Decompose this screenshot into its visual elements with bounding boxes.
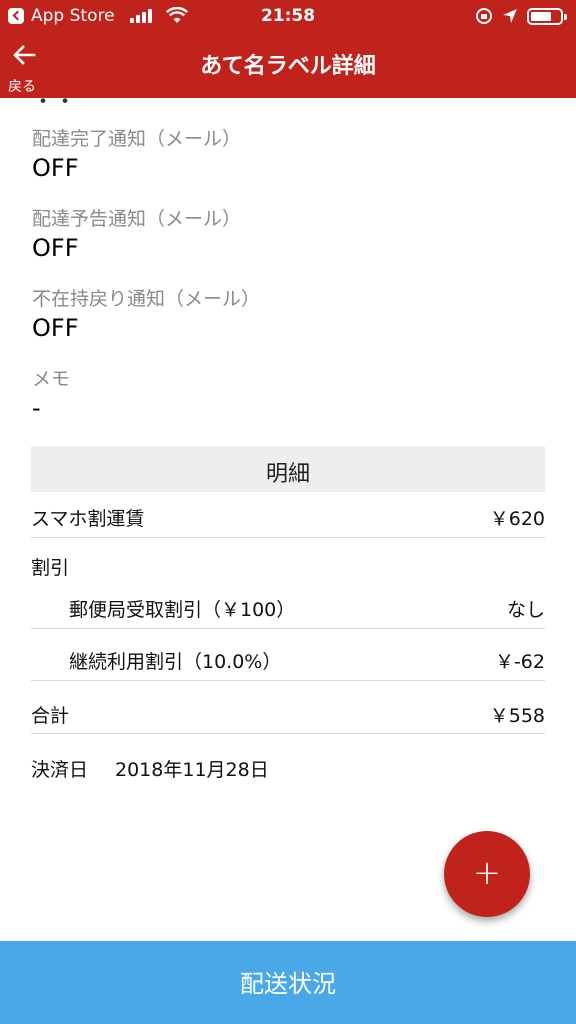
divider [31,733,545,734]
detail-scroll-area[interactable]: ・・ 配達完了通知（メール） OFF 配達予告通知（メール） OFF 不在持戻り… [0,98,576,941]
divider [31,680,545,681]
field-value: OFF [32,154,79,182]
discount-item-value: ￥-62 [494,651,545,673]
delivery-forecast-notice-field: 配達予告通知（メール） OFF [32,204,241,262]
divider [31,537,545,538]
field-value: OFF [32,234,79,262]
detail-section-header: 明細 [31,446,545,492]
field-value: - [32,394,41,422]
settlement-label: 決済日 [31,759,89,781]
navigation-bar: 戻る あて名ラベル詳細 [0,34,576,98]
fare-label: スマホ割運賃 [31,508,145,530]
absence-return-notice-field: 不在持戻り通知（メール） OFF [32,284,260,342]
field-label: 配達予告通知（メール） [32,208,242,230]
battery-icon [527,8,567,25]
delivery-status-label: 配送状況 [240,970,336,998]
field-label: メモ [32,368,71,390]
discount-label: 割引 [31,557,70,579]
clipped-previous-value: ・・ [32,98,77,115]
divider [31,628,545,629]
add-button[interactable]: + [444,831,530,917]
rotation-lock-icon [476,8,492,24]
discount-item-label: 継続利用割引（10.0%） [69,651,282,673]
discount-item-value: なし [506,599,545,621]
plus-icon: + [472,853,502,893]
memo-field: メモ - [32,364,70,422]
location-icon [503,9,517,23]
section-title: 明細 [265,462,310,487]
fare-value: ￥620 [489,508,545,530]
page-title: あて名ラベル詳細 [200,54,376,79]
delivery-status-button[interactable]: 配送状況 [0,941,576,1024]
total-label: 合計 [31,705,70,727]
field-value: OFF [32,314,79,342]
settlement-date: 2018年11月28日 [115,759,269,781]
discount-item-label: 郵便局受取割引（￥100） [69,599,296,621]
field-label: 配達完了通知（メール） [32,128,242,150]
delivery-complete-notice-field: 配達完了通知（メール） OFF [32,124,241,182]
total-value: ￥558 [489,705,545,727]
status-bar: App Store 21:58 [0,0,576,34]
field-label: 不在持戻り通知（メール） [32,288,261,310]
